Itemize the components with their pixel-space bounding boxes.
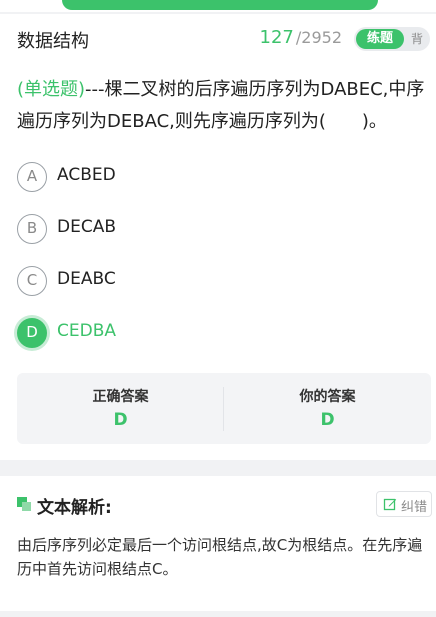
edit-icon [383, 498, 397, 511]
correct-answer-block: 正确答案 D [17, 373, 224, 444]
option-c[interactable]: C DEABC [17, 266, 417, 296]
option-c-letter: C [17, 266, 47, 296]
current-index: 127 [259, 27, 294, 48]
option-a[interactable]: A ACBED [17, 162, 417, 192]
report-error-button[interactable]: 纠错 [376, 491, 432, 517]
report-error-label: 纠错 [401, 500, 428, 515]
option-b[interactable]: B DECAB [17, 214, 417, 244]
subject-title: 数据结构 [17, 31, 89, 52]
your-answer-label: 你的答案 [299, 389, 356, 405]
option-d[interactable]: D CEDBA [17, 318, 417, 348]
option-d-letter: D [17, 318, 47, 348]
option-d-text: CEDBA [57, 321, 116, 341]
top-green-bar [62, 0, 378, 10]
option-a-letter: A [17, 162, 47, 192]
option-c-text: DEABC [57, 269, 116, 289]
top-strip [0, 0, 436, 12]
your-answer-block: 你的答案 D [224, 373, 431, 444]
question-type-label: (单选题) [17, 79, 86, 100]
option-a-text: ACBED [57, 165, 116, 185]
analysis-title: 文本解析: [37, 498, 112, 518]
correct-answer-value: D [113, 410, 128, 430]
mode-toggle[interactable]: 练题 背 [354, 27, 430, 51]
question-stem: (单选题)---棵二叉树的后序遍历序列为DABEC,中序遍历序列为DEBAC,则… [17, 74, 433, 138]
correct-answer-label: 正确答案 [92, 389, 149, 405]
total-count: 2952 [301, 28, 342, 47]
recite-mode-button[interactable]: 背 [407, 29, 427, 49]
option-b-text: DECAB [57, 217, 116, 237]
option-b-letter: B [17, 214, 47, 244]
practice-mode-button[interactable]: 练题 [356, 29, 404, 49]
answer-summary: 正确答案 D 你的答案 D [17, 373, 431, 444]
question-counter: 127/2952 [260, 27, 342, 48]
your-answer-value: D [320, 410, 335, 430]
analysis-icon [17, 497, 31, 511]
analysis-text: 由后序序列必定最后一个访问根结点,故C为根结点。在先序遍历中首先访问根结点C。 [17, 536, 423, 578]
